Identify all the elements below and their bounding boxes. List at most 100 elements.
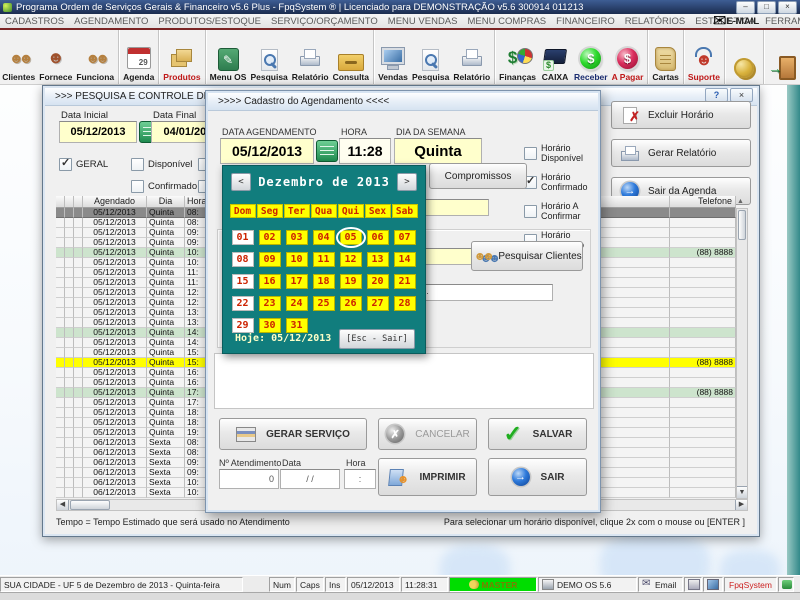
scrollbar-thumb[interactable] xyxy=(738,210,746,240)
calendar-day[interactable]: 12 xyxy=(340,252,362,267)
toolbar-button[interactable]: Pesquisa xyxy=(410,30,451,84)
calendar-day[interactable]: 13 xyxy=(367,252,389,267)
calendar-day[interactable]: 04 xyxy=(313,230,335,245)
yellow-field-1[interactable] xyxy=(425,199,489,216)
toolbar-button[interactable]: CAIXA xyxy=(538,30,572,84)
status-checkbox-row[interactable]: Horário A Confirmar xyxy=(524,201,600,221)
maximize-button[interactable]: □ xyxy=(757,1,776,14)
dialog-calendar-button[interactable] xyxy=(316,140,338,162)
toolbar-button[interactable]: Finanças xyxy=(497,30,538,84)
calendar-next-button[interactable]: > xyxy=(397,173,417,191)
toolbar-button[interactable]: Agenda xyxy=(121,30,159,84)
calendar-day[interactable]: 11 xyxy=(313,252,335,267)
calendar-day[interactable]: 02 xyxy=(259,230,281,245)
calendar-day[interactable]: 15 xyxy=(232,274,254,289)
cancelar-button[interactable]: CANCELAR xyxy=(378,418,477,450)
menu-item[interactable]: FERRAMENTAS xyxy=(760,16,800,27)
calendar-esc-button[interactable]: [Esc - Sair] xyxy=(339,329,415,349)
data-inicial-input[interactable]: 05/12/2013 xyxy=(59,121,137,143)
menu-item[interactable]: SERVIÇO/ORÇAMENTO xyxy=(266,16,383,27)
calendar-day[interactable]: 30 xyxy=(259,318,281,333)
scrollbar-thumb[interactable] xyxy=(70,500,110,510)
scroll-down-arrow[interactable]: ▼ xyxy=(737,486,747,498)
calendar-day[interactable]: 05 xyxy=(340,230,362,245)
help-button[interactable]: ? xyxy=(705,88,728,102)
sort-arrow-icon[interactable]: ▲ xyxy=(737,198,744,205)
toolbar-button[interactable]: Produtos xyxy=(161,30,205,84)
gerar-servico-button[interactable]: GERAR SERVIÇO xyxy=(219,418,367,450)
compromissos-button[interactable]: Compromissos xyxy=(429,163,527,189)
toolbar-button[interactable]: Vendas xyxy=(376,30,410,84)
window-close-button[interactable]: × xyxy=(730,88,753,102)
toolbar-button[interactable]: A Pagar xyxy=(610,30,649,84)
excluir-horario-button[interactable]: Excluir Horário xyxy=(611,101,751,129)
header-agendado[interactable]: Agendado xyxy=(83,196,147,208)
calendar-day[interactable]: 21 xyxy=(394,274,416,289)
calendar-day[interactable]: 01 xyxy=(232,230,254,245)
toolbar-button[interactable]: Clientes xyxy=(0,30,37,84)
filter-geral[interactable]: GERAL xyxy=(59,158,108,171)
calendar-day[interactable]: 09 xyxy=(259,252,281,267)
vertical-scrollbar[interactable]: ▼ xyxy=(736,208,748,499)
status-checkbox-row[interactable]: Horário Disponível xyxy=(524,143,600,163)
calendar-day[interactable]: 22 xyxy=(232,296,254,311)
calendar-day[interactable]: 29 xyxy=(232,318,254,333)
menu-item[interactable]: MENU COMPRAS xyxy=(462,16,551,27)
header-telefone[interactable]: Telefone xyxy=(670,196,736,208)
toolbar-button[interactable]: Funciona xyxy=(74,30,119,84)
scroll-right-arrow[interactable]: ▶ xyxy=(735,500,747,510)
status-checkbox[interactable] xyxy=(524,205,537,218)
calendar-day[interactable]: 25 xyxy=(313,296,335,311)
sair-button[interactable]: SAIR xyxy=(488,458,587,496)
menu-item-email[interactable]: ✉ E-MAIL xyxy=(713,14,759,28)
menu-item[interactable]: AGENDAMENTO xyxy=(69,16,153,27)
calendar-day[interactable]: 06 xyxy=(367,230,389,245)
close-button[interactable]: × xyxy=(778,1,797,14)
calendar-day[interactable]: 20 xyxy=(367,274,389,289)
disponivel-checkbox[interactable] xyxy=(131,158,144,171)
calendar-day[interactable]: 17 xyxy=(286,274,308,289)
calendar-day[interactable]: 23 xyxy=(259,296,281,311)
status-checkbox-row[interactable]: Horário Confirmado xyxy=(524,172,600,192)
menu-item[interactable]: FINANCEIRO xyxy=(551,16,620,27)
salvar-button[interactable]: SALVAR xyxy=(488,418,587,450)
calendar-day[interactable]: 16 xyxy=(259,274,281,289)
calendar-day[interactable]: 27 xyxy=(367,296,389,311)
toolbar-button[interactable]: Fornece xyxy=(37,30,74,84)
calendar-day[interactable]: 24 xyxy=(286,296,308,311)
calendar-day[interactable]: 28 xyxy=(394,296,416,311)
dia-da-semana-input[interactable]: Quinta xyxy=(394,138,482,164)
telefone-field[interactable]: · xyxy=(421,284,553,301)
toolbar-button[interactable]: Relatório xyxy=(451,30,495,84)
calendar-day[interactable]: 18 xyxy=(313,274,335,289)
toolbar-button[interactable]: Pesquisa xyxy=(248,30,289,84)
calendar-day[interactable]: 26 xyxy=(340,296,362,311)
toolbar-button[interactable]: Cartas xyxy=(650,30,683,84)
toolbar-button[interactable] xyxy=(766,30,800,84)
status-checkbox[interactable] xyxy=(524,147,537,160)
minimize-button[interactable]: – xyxy=(736,1,755,14)
data-input[interactable]: / / xyxy=(280,469,340,489)
imprimir-button[interactable]: IMPRIMIR xyxy=(378,458,477,496)
menu-item[interactable]: RELATÓRIOS xyxy=(620,16,691,27)
toolbar-button[interactable]: Consulta xyxy=(331,30,374,84)
menu-item[interactable]: MENU VENDAS xyxy=(383,16,463,27)
filter-disponivel[interactable]: Disponível xyxy=(131,158,192,171)
calendar-day[interactable]: 10 xyxy=(286,252,308,267)
header-dia[interactable]: Dia xyxy=(147,196,185,208)
calendar-day[interactable]: 19 xyxy=(340,274,362,289)
geral-checkbox[interactable] xyxy=(59,158,72,171)
filter-confirmado[interactable]: Confirmado xyxy=(131,180,197,193)
toolbar-button[interactable]: Menu OS xyxy=(208,30,249,84)
toolbar-button[interactable]: Relatório xyxy=(290,30,331,84)
n-atendimento-input[interactable]: 0 xyxy=(219,469,279,489)
data-agendamento-input[interactable]: 05/12/2013 xyxy=(220,138,314,164)
hora2-input[interactable]: : xyxy=(344,469,376,489)
calendar-day[interactable]: 07 xyxy=(394,230,416,245)
toolbar-button[interactable] xyxy=(727,30,764,84)
confirmado-checkbox[interactable] xyxy=(131,180,144,193)
pesquisar-clientes-button[interactable]: Pesquisar Clientes xyxy=(471,241,583,271)
observacoes-memo[interactable] xyxy=(214,353,594,409)
scroll-left-arrow[interactable]: ◀ xyxy=(57,500,69,510)
toolbar-button[interactable]: Receber xyxy=(572,30,610,84)
